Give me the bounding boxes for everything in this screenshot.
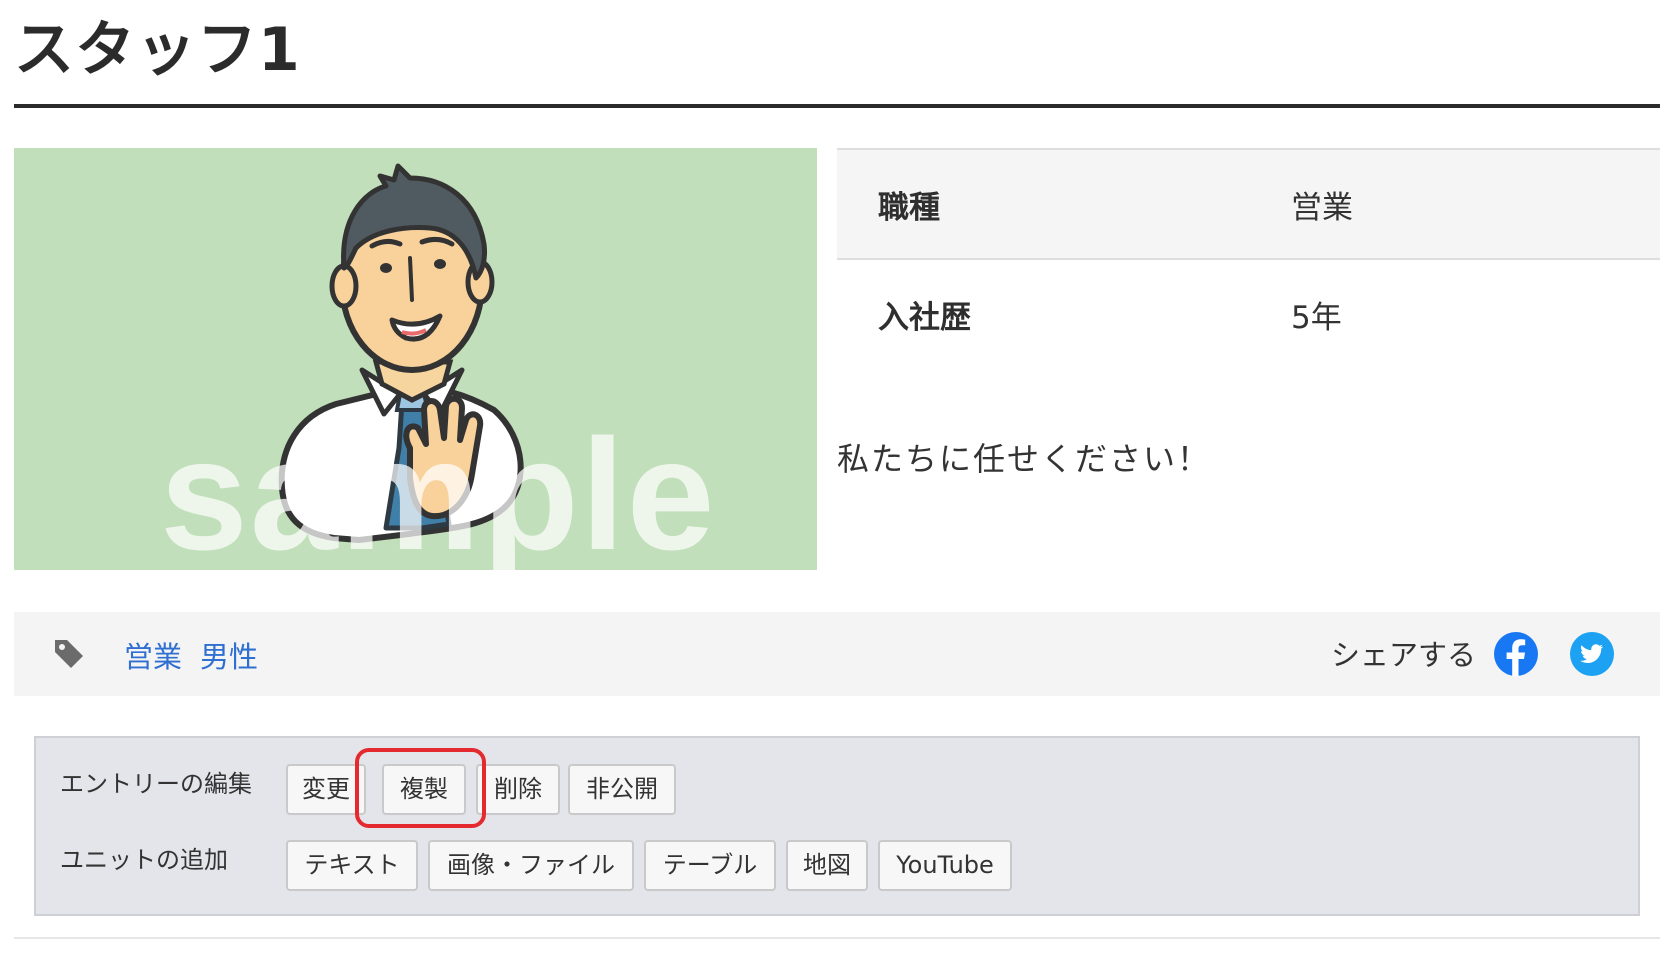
info-row-job: 職種 営業 [837, 149, 1660, 259]
change-button[interactable]: 変更 [286, 764, 366, 815]
duplicate-highlight [355, 748, 486, 828]
image-file-unit-button[interactable]: 画像・ファイル [428, 840, 634, 891]
sample-watermark: sample [160, 407, 717, 570]
table-unit-button[interactable]: テーブル [644, 840, 776, 891]
delete-button[interactable]: 削除 [476, 764, 560, 815]
staff-info-table: 職種 営業 入社歴 5年 [837, 148, 1660, 369]
tag-share-bar: 営業 男性 シェアする [14, 612, 1660, 696]
facebook-icon[interactable] [1493, 631, 1539, 677]
title-divider [14, 104, 1660, 108]
page-title: スタッフ1 [14, 15, 301, 85]
admin-panel: エントリーの編集 変更 複製 削除 非公開 ユニットの追加 テキスト 画像・ファ… [34, 736, 1640, 916]
info-key-job: 職種 [878, 189, 940, 226]
info-key-tenure: 入社歴 [878, 300, 971, 336]
unit-add-label: ユニットの追加 [60, 846, 228, 874]
youtube-unit-button[interactable]: YouTube [878, 840, 1012, 891]
map-unit-button[interactable]: 地図 [786, 840, 868, 891]
bottom-divider [14, 937, 1660, 939]
info-value-job: 営業 [1291, 189, 1353, 226]
info-row-tenure: 入社歴 5年 [837, 259, 1660, 369]
staff-photo: sample [14, 148, 817, 570]
entry-edit-label: エントリーの編集 [60, 770, 252, 798]
staff-message: 私たちに任せください！ [837, 440, 1212, 478]
twitter-icon[interactable] [1569, 631, 1615, 677]
tag-link-male[interactable]: 男性 [200, 634, 258, 676]
unpublish-button[interactable]: 非公開 [568, 764, 676, 815]
tag-link-sales[interactable]: 営業 [124, 634, 182, 676]
tag-icon [55, 640, 83, 668]
info-value-tenure: 5年 [1291, 300, 1342, 336]
text-unit-button[interactable]: テキスト [286, 840, 418, 891]
share-label: シェアする [1331, 638, 1477, 672]
